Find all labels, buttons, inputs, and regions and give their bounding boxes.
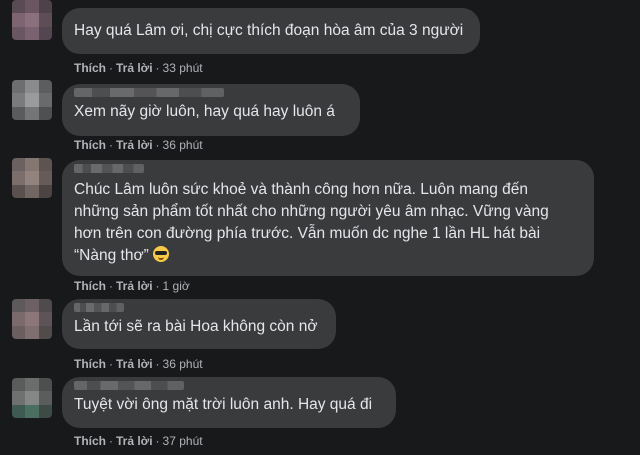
comment-text: Xem nãy giờ luôn, hay quá hay luôn á — [74, 103, 335, 120]
commenter-name-blurred — [74, 164, 144, 173]
reply-link[interactable]: Trả lời — [116, 61, 153, 75]
comment-actions: Thích · Trả lời · 33 phút — [74, 61, 203, 75]
avatar[interactable] — [12, 299, 52, 339]
comment-text: Lần tới sẽ ra bài Hoa không còn nở — [74, 318, 318, 335]
comment-text: Chúc Lâm luôn sức khoẻ và thành công hơn… — [74, 181, 549, 264]
avatar[interactable] — [12, 158, 52, 198]
comment-bubble: Chúc Lâm luôn sức khoẻ và thành công hơn… — [62, 160, 594, 276]
commenter-name-blurred — [74, 381, 184, 390]
comment-actions: Thích · Trả lời · 1 giờ — [74, 279, 190, 293]
commenter-name-blurred — [74, 88, 224, 97]
avatar[interactable] — [12, 378, 52, 418]
comment-bubble: Lần tới sẽ ra bài Hoa không còn nở — [62, 299, 336, 349]
sunglasses-emoji-icon — [152, 246, 169, 262]
reply-link[interactable]: Trả lời — [116, 357, 153, 371]
comment-time[interactable]: 36 phút — [163, 357, 203, 371]
comment-actions: Thích · Trả lời · 36 phút — [74, 357, 203, 371]
reply-link[interactable]: Trả lời — [116, 434, 153, 448]
comment-time[interactable]: 37 phút — [163, 434, 203, 448]
like-link[interactable]: Thích — [74, 357, 106, 371]
comment-time[interactable]: 33 phút — [163, 61, 203, 75]
comment-text: Tuyệt vời ông mặt trời luôn anh. Hay quá… — [74, 396, 373, 413]
comment-time[interactable]: 1 giờ — [163, 279, 190, 293]
comment-bubble: Hay quá Lâm ơi, chị cực thích đoạn hòa â… — [62, 8, 480, 54]
commenter-name-blurred — [74, 303, 124, 312]
avatar[interactable] — [12, 80, 52, 120]
comment-actions: Thích · Trả lời · 37 phút — [74, 434, 203, 448]
like-link[interactable]: Thích — [74, 279, 106, 293]
comment-text: Hay quá Lâm ơi, chị cực thích đoạn hòa â… — [74, 22, 464, 39]
reply-link[interactable]: Trả lời — [116, 138, 153, 152]
comment-bubble: Tuyệt vời ông mặt trời luôn anh. Hay quá… — [62, 377, 396, 428]
like-link[interactable]: Thích — [74, 138, 106, 152]
comment-time[interactable]: 36 phút — [163, 138, 203, 152]
reply-link[interactable]: Trả lời — [116, 279, 153, 293]
avatar[interactable] — [12, 0, 52, 40]
comment-bubble: Xem nãy giờ luôn, hay quá hay luôn á — [62, 84, 360, 136]
like-link[interactable]: Thích — [74, 61, 106, 75]
like-link[interactable]: Thích — [74, 434, 106, 448]
comment-actions: Thích · Trả lời · 36 phút — [74, 138, 203, 152]
